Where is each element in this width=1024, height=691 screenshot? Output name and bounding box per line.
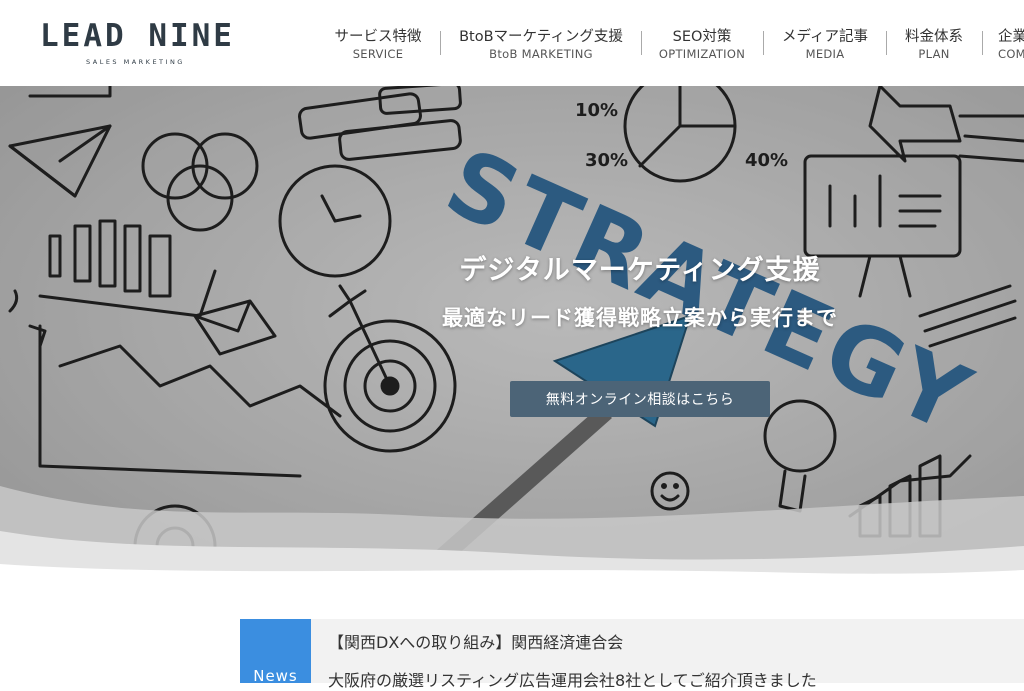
news-label-badge: News [240,619,311,685]
free-consultation-button[interactable]: 無料オンライン相談はこちら [510,381,770,417]
hero-wave-divider [0,486,1024,586]
nav-item-label: BtoBマーケティング支援 [459,29,623,45]
nav-item-label: サービス特徴 [334,29,422,45]
hero-title: デジタルマーケティング支援 [459,255,821,286]
nav-divider [763,31,764,55]
nav-item-sublabel: COM [998,47,1024,61]
nav-item-label: 企業 [998,29,1024,45]
hero-section: 10% 30% 40% STRATEGY デジタルマーケティング支援 最適なリー… [0,86,1024,586]
nav-item-sublabel: OPTIMIZATION [658,47,746,61]
nav-item-sublabel: MEDIA [805,47,845,61]
news-body-text: 大阪府の厳選リスティング広告運用会社8社としてご紹介頂きました [328,671,817,690]
nav-item-label: 料金体系 [905,29,963,45]
nav-item-company[interactable]: 企業 COM [998,27,1024,61]
site-header: LEAD NINE SALES MARKETING サービス特徴 SERVICE… [0,0,1024,86]
nav-item-btob-marketing[interactable]: BtoBマーケティング支援 BtoB MARKETING [455,27,627,61]
news-bar[interactable]: News 【関西DXへの取り組み】関西経済連合会 大阪府の厳選リスティング広告運… [240,619,1024,690]
nav-item-media[interactable]: メディア記事 MEDIA [778,27,872,61]
nav-divider [440,31,441,55]
nav-divider [641,31,642,55]
nav-item-seo[interactable]: SEO対策 OPTIMIZATION [656,27,748,61]
nav-item-sublabel: PLAN [918,47,950,61]
hero-subtitle: 最適なリード獲得戦略立案から実行まで [442,306,838,330]
nav-item-plan[interactable]: 料金体系 PLAN [900,27,968,61]
nav-item-service[interactable]: サービス特徴 SERVICE [333,27,423,61]
nav-item-label: メディア記事 [782,29,868,45]
news-title-link[interactable]: 【関西DXへの取り組み】関西経済連合会 [328,629,623,653]
main-nav: サービス特徴 SERVICE BtoBマーケティング支援 BtoB MARKET… [0,27,1024,67]
nav-divider [982,31,983,55]
nav-item-label: SEO対策 [672,29,732,45]
nav-item-sublabel: SERVICE [352,47,404,61]
nav-item-sublabel: BtoB MARKETING [489,47,593,61]
news-label-text: News [253,667,298,685]
nav-divider [886,31,887,55]
